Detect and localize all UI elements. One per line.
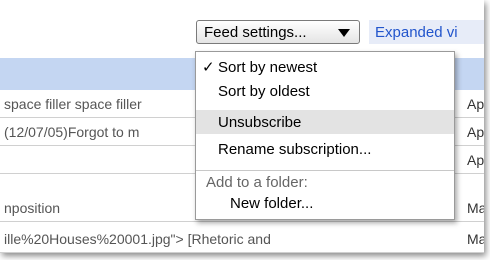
- item-title: space filler space filler: [4, 96, 142, 112]
- chevron-down-icon: [338, 29, 350, 37]
- menu-item-sort-oldest[interactable]: Sort by oldest: [196, 80, 454, 102]
- item-date: Ap: [467, 152, 484, 168]
- expanded-view-link[interactable]: Expanded vi: [369, 20, 484, 44]
- menu-item-label: Sort by newest: [218, 58, 318, 76]
- menu-item-label: Sort by oldest: [218, 82, 310, 100]
- item-date: Ma: [467, 200, 484, 216]
- feed-settings-menu: ✓ Sort by newest Sort by oldest Unsubscr…: [195, 51, 455, 220]
- feed-settings-dropdown[interactable]: Feed settings...: [196, 20, 360, 44]
- toolbar: Feed settings... Expanded vi: [0, 0, 484, 58]
- menu-item-label: Unsubscribe: [218, 113, 302, 131]
- list-item[interactable]: ille%20Houses%20001.jpg"> [Rhetoric and …: [0, 225, 484, 253]
- feed-settings-label: Feed settings...: [204, 23, 307, 41]
- expanded-view-label: Expanded vi: [375, 23, 458, 41]
- item-title: nposition: [4, 200, 61, 216]
- screenshot-stage: Feed settings... Expanded vi space fille…: [0, 0, 490, 260]
- menu-divider: [196, 170, 454, 171]
- menu-item-label: New folder...: [230, 194, 314, 212]
- menu-item-unsubscribe[interactable]: Unsubscribe: [196, 110, 454, 134]
- checkmark-icon: ✓: [202, 59, 215, 76]
- reader-panel: Feed settings... Expanded vi space fille…: [0, 0, 484, 253]
- menu-item-rename-subscription[interactable]: Rename subscription...: [196, 138, 454, 160]
- menu-item-label: Rename subscription...: [218, 140, 372, 158]
- item-date: Ap: [467, 96, 484, 112]
- item-date: Ma: [467, 231, 484, 247]
- menu-item-sort-newest[interactable]: ✓ Sort by newest: [196, 56, 454, 78]
- menu-item-new-folder[interactable]: New folder...: [196, 192, 454, 214]
- item-date: Ap: [467, 124, 484, 140]
- item-title: ille%20Houses%20001.jpg"> [Rhetoric and: [4, 231, 271, 247]
- item-title: (12/07/05)Forgot to m: [4, 124, 140, 140]
- folder-section-caption: Add to a folder:: [206, 174, 308, 191]
